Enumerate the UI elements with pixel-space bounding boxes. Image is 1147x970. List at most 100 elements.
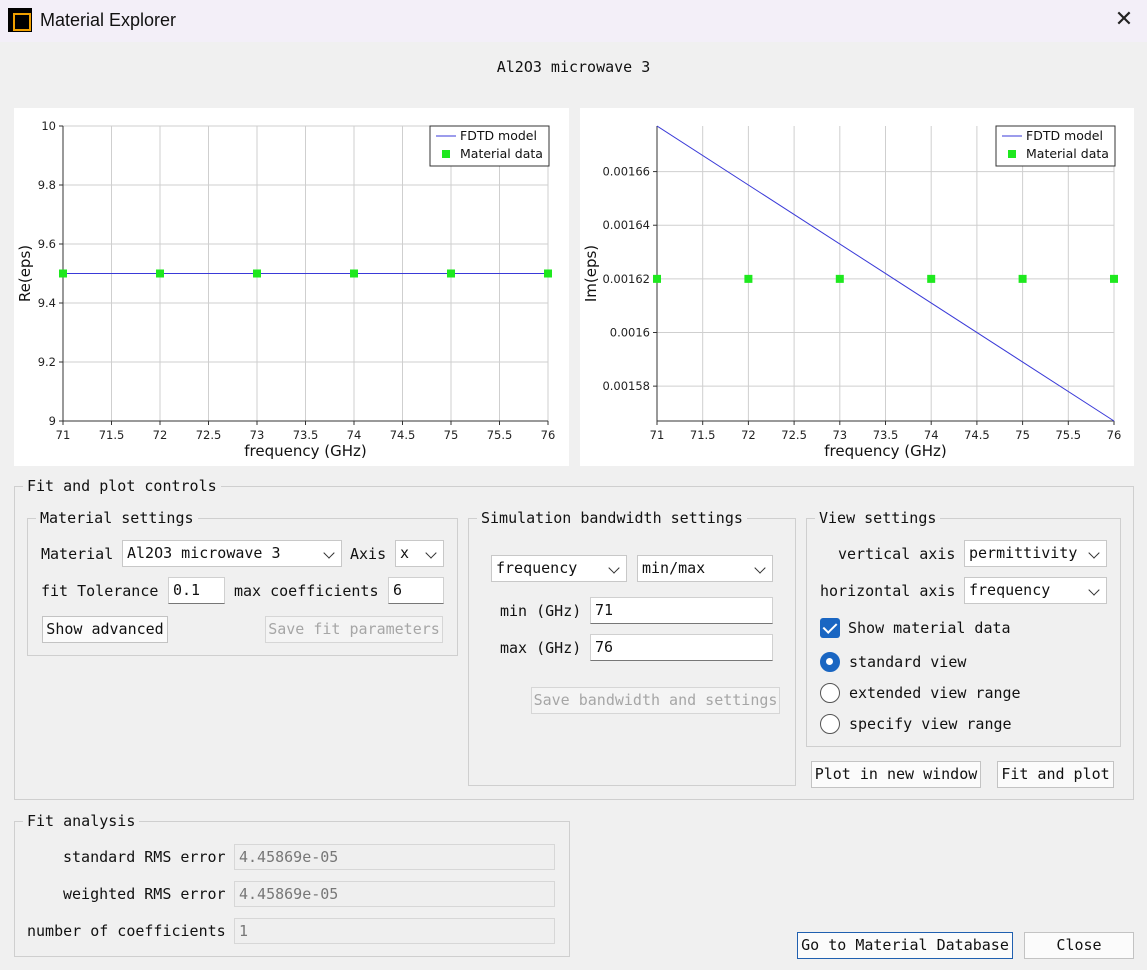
material-data-point xyxy=(744,274,753,283)
save-fit-parameters-button[interactable]: Save fit parameters xyxy=(265,616,443,643)
plot-in-new-window-button[interactable]: Plot in new window xyxy=(811,761,981,788)
show-material-data-checkbox[interactable] xyxy=(820,618,840,638)
im-eps-chart: 71 71.5 72 72.5 73 73.5 74 74.5 75 75.5 76 0.00158 0… xyxy=(580,108,1134,466)
view-settings-title: View settings xyxy=(815,508,941,528)
vertical-axis-value: permittivity xyxy=(969,544,1078,562)
max-frequency-input[interactable]: 76 xyxy=(590,634,773,661)
app-logo-icon xyxy=(8,8,32,32)
x-axis-label: frequency (GHz) xyxy=(244,442,366,460)
x-tick-label: 71.5 xyxy=(99,428,125,442)
y-axis-label: Re(eps) xyxy=(16,245,34,302)
material-data-point xyxy=(653,274,661,283)
legend-entry: FDTD model xyxy=(460,128,537,143)
fit-and-plot-button[interactable]: Fit and plot xyxy=(997,761,1114,788)
y-tick-label: 0.00164 xyxy=(602,218,650,232)
legend-entry: Material data xyxy=(460,146,543,161)
y-tick-label: 9.2 xyxy=(38,355,56,369)
x-axis-label: frequency (GHz) xyxy=(824,442,946,460)
close-button[interactable]: Close xyxy=(1024,932,1134,959)
x-tick-label: 74 xyxy=(924,428,939,442)
bandwidth-range-value: min/max xyxy=(642,559,706,577)
specify-view-radio[interactable] xyxy=(820,714,840,734)
go-to-material-database-button[interactable]: Go to Material Database xyxy=(797,932,1013,959)
x-tick-label: 73 xyxy=(250,428,265,442)
standard-rms-value: 4.45869e-05 xyxy=(234,844,555,870)
chevron-down-icon xyxy=(1088,547,1100,559)
y-tick-label: 9.4 xyxy=(38,296,56,310)
specify-view-label: specify view range xyxy=(849,715,1012,733)
material-data-point xyxy=(1110,274,1118,283)
legend-entry: Material data xyxy=(1026,146,1109,161)
standard-view-label: standard view xyxy=(849,653,967,671)
x-tick-label: 73.5 xyxy=(873,428,899,442)
min-frequency-label: min (GHz) xyxy=(500,602,582,620)
save-bandwidth-button[interactable]: Save bandwidth and settings xyxy=(531,687,780,714)
close-window-icon[interactable]: ✕ xyxy=(1101,0,1147,42)
chevron-down-icon xyxy=(1088,584,1100,596)
x-tick-label: 75 xyxy=(1015,428,1030,442)
x-tick-label: 76 xyxy=(541,428,556,442)
y-tick-label: 0.00166 xyxy=(602,165,650,179)
chevron-down-icon xyxy=(608,562,620,574)
number-of-coefficients-value: 1 xyxy=(234,918,555,944)
re-eps-chart: 71 71.5 72 72.5 73 73.5 74 74.5 75 75.5 76 9 9.2 9.4 9… xyxy=(14,108,569,466)
material-select-value: Al2O3 microwave 3 xyxy=(127,544,281,562)
legend-marker-swatch xyxy=(1008,150,1016,158)
bandwidth-mode-value: frequency xyxy=(496,559,578,577)
y-tick-label: 9.8 xyxy=(38,178,56,192)
axis-label: Axis xyxy=(350,545,387,563)
fit-tolerance-label: fit Tolerance xyxy=(41,582,159,600)
material-data-point xyxy=(835,274,844,283)
x-tick-label: 71.5 xyxy=(690,428,716,442)
y-tick-label: 0.0016 xyxy=(610,326,650,340)
weighted-rms-label: weighted RMS error xyxy=(63,885,226,903)
x-tick-label: 74 xyxy=(347,428,362,442)
max-frequency-label: max (GHz) xyxy=(500,639,582,657)
y-tick-label: 0.00158 xyxy=(602,379,650,393)
x-tick-label: 74.5 xyxy=(390,428,416,442)
fit-tolerance-input[interactable]: 0.1 xyxy=(168,577,225,604)
material-data-point xyxy=(447,269,455,278)
bandwidth-mode-select[interactable]: frequency xyxy=(491,555,627,582)
material-settings-title: Material settings xyxy=(36,508,198,528)
max-coefficients-input[interactable]: 6 xyxy=(388,577,444,604)
fit-analysis-title: Fit analysis xyxy=(23,811,140,831)
x-tick-label: 72 xyxy=(741,428,756,442)
y-tick-label: 0.00162 xyxy=(602,272,650,286)
vertical-axis-select[interactable]: permittivity xyxy=(964,540,1107,567)
chevron-down-icon xyxy=(754,562,766,574)
x-tick-label: 72.5 xyxy=(196,428,222,442)
extended-view-radio[interactable] xyxy=(820,683,840,703)
horizontal-axis-select[interactable]: frequency xyxy=(964,577,1107,604)
show-advanced-button[interactable]: Show advanced xyxy=(42,616,168,643)
x-tick-label: 72 xyxy=(153,428,168,442)
material-select[interactable]: Al2O3 microwave 3 xyxy=(122,540,342,567)
vertical-axis-label: vertical axis xyxy=(838,545,956,563)
y-tick-label: 9.6 xyxy=(38,237,56,251)
bandwidth-range-select[interactable]: min/max xyxy=(637,555,773,582)
x-tick-label: 73.5 xyxy=(293,428,319,442)
material-data-point xyxy=(350,269,358,278)
weighted-rms-value: 4.45869e-05 xyxy=(234,881,555,907)
legend-marker-swatch xyxy=(442,150,450,158)
standard-view-radio[interactable] xyxy=(820,652,840,672)
horizontal-axis-value: frequency xyxy=(969,581,1051,599)
y-tick-label: 10 xyxy=(41,119,56,133)
x-tick-label: 71 xyxy=(56,428,71,442)
extended-view-label: extended view range xyxy=(849,684,1021,702)
axis-select[interactable]: x xyxy=(395,540,444,567)
fit-plot-controls-title: Fit and plot controls xyxy=(23,476,221,496)
chevron-down-icon xyxy=(425,547,437,559)
legend-entry: FDTD model xyxy=(1026,128,1103,143)
max-coefficients-label: max coefficients xyxy=(234,582,379,600)
window-title: Material Explorer xyxy=(40,10,177,30)
x-tick-label: 73 xyxy=(832,428,847,442)
material-data-point xyxy=(59,269,67,278)
x-tick-label: 75 xyxy=(444,428,459,442)
standard-rms-label: standard RMS error xyxy=(63,848,226,866)
x-tick-label: 71 xyxy=(650,428,665,442)
y-tick-label: 9 xyxy=(49,414,56,428)
min-frequency-input[interactable]: 71 xyxy=(590,597,773,624)
x-tick-label: 75.5 xyxy=(1055,428,1081,442)
material-data-point xyxy=(927,274,936,283)
